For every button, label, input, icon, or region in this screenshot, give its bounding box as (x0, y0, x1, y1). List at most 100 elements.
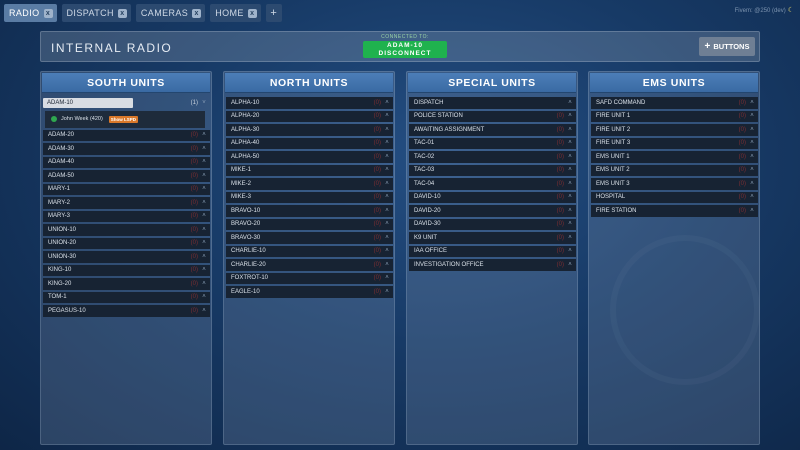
chevron-up-icon[interactable]: ˄ (381, 221, 393, 227)
channel-row[interactable]: FIRE STATION (0) ˄ (591, 205, 758, 217)
channel-row[interactable]: HOSPITAL (0) ˄ (591, 191, 758, 203)
chevron-up-icon[interactable]: ˄ (564, 127, 576, 133)
channel-row[interactable]: TOM-1 (0) ˄ (43, 291, 210, 303)
chevron-up-icon[interactable]: ˄ (746, 181, 758, 187)
channel-row[interactable]: FIRE UNIT 3 (0) ˄ (591, 137, 758, 149)
channel-row[interactable]: UNION-10 (0) ˄ (43, 224, 210, 236)
chevron-up-icon[interactable]: ˄ (381, 140, 393, 146)
channel-row[interactable]: ALPHA-20 (0) ˄ (226, 110, 393, 122)
channel-row[interactable]: ALPHA-30 (0) ˄ (226, 124, 393, 136)
channel-row-selected[interactable]: ADAM-10 (1) ˅ (43, 97, 210, 109)
chevron-up-icon[interactable]: ˄ (381, 235, 393, 241)
chevron-up-icon[interactable]: ˄ (381, 113, 393, 119)
chevron-up-icon[interactable]: ˄ (564, 113, 576, 119)
channel-row[interactable]: IAA OFFICE (0) ˄ (409, 245, 576, 257)
chevron-up-icon[interactable]: ˄ (564, 248, 576, 254)
chevron-up-icon[interactable]: ˄ (746, 194, 758, 200)
chevron-up-icon[interactable]: ˄ (198, 159, 210, 165)
chevron-up-icon[interactable]: ˄ (746, 167, 758, 173)
channel-row[interactable]: FOXTROT-10 (0) ˄ (226, 272, 393, 284)
buttons-button[interactable]: + BUTTONS (699, 37, 755, 56)
chevron-up-icon[interactable]: ˄ (381, 275, 393, 281)
disconnect-button[interactable]: ADAM-10 DISCONNECT (363, 41, 447, 58)
tab-radio[interactable]: RADIO x (4, 4, 57, 22)
channel-row[interactable]: ADAM-50 (0) ˄ (43, 170, 210, 182)
channel-row[interactable]: K9 UNIT (0) ˄ (409, 232, 576, 244)
channel-row[interactable]: MARY-1 (0) ˄ (43, 183, 210, 195)
channel-row[interactable]: FIRE UNIT 2 (0) ˄ (591, 124, 758, 136)
channel-row[interactable]: BRAVO-10 (0) ˄ (226, 205, 393, 217)
chevron-up-icon[interactable]: ˄ (564, 235, 576, 241)
channel-row[interactable]: MIKE-1 (0) ˄ (226, 164, 393, 176)
channel-row[interactable]: TAC-04 (0) ˄ (409, 178, 576, 190)
channel-row[interactable]: ADAM-20 (0) ˄ (43, 129, 210, 141)
chevron-up-icon[interactable]: ˄ (381, 208, 393, 214)
channel-row[interactable]: CHARLIE-20 (0) ˄ (226, 259, 393, 271)
chevron-down-icon[interactable]: ˅ (198, 100, 210, 106)
close-icon[interactable]: x (43, 8, 53, 18)
chevron-up-icon[interactable]: ˄ (198, 227, 210, 233)
chevron-up-icon[interactable]: ˄ (381, 127, 393, 133)
channel-row[interactable]: DAVID-30 (0) ˄ (409, 218, 576, 230)
close-icon[interactable]: x (117, 8, 127, 18)
chevron-up-icon[interactable]: ˄ (381, 289, 393, 295)
channel-row[interactable]: ALPHA-10 (0) ˄ (226, 97, 393, 109)
chevron-up-icon[interactable]: ˄ (198, 200, 210, 206)
channel-row[interactable]: ALPHA-50 (0) ˄ (226, 151, 393, 163)
chevron-up-icon[interactable]: ˄ (564, 194, 576, 200)
channel-row[interactable]: PEGASUS-10 (0) ˄ (43, 305, 210, 317)
channel-row[interactable]: CHARLIE-10 (0) ˄ (226, 245, 393, 257)
chevron-up-icon[interactable]: ˄ (198, 146, 210, 152)
channel-row[interactable]: KING-10 (0) ˄ (43, 264, 210, 276)
channel-row[interactable]: BRAVO-20 (0) ˄ (226, 218, 393, 230)
chevron-up-icon[interactable]: ˄ (381, 154, 393, 160)
chevron-up-icon[interactable]: ˄ (198, 132, 210, 138)
channel-row[interactable]: MIKE-3 (0) ˄ (226, 191, 393, 203)
chevron-up-icon[interactable]: ˄ (746, 127, 758, 133)
chevron-up-icon[interactable]: ˄ (746, 154, 758, 160)
chevron-up-icon[interactable]: ˄ (746, 113, 758, 119)
channel-row[interactable]: TAC-02 (0) ˄ (409, 151, 576, 163)
channel-row[interactable]: ALPHA-40 (0) ˄ (226, 137, 393, 149)
channel-row[interactable]: INVESTIGATION OFFICE (0) ˄ (409, 259, 576, 271)
chevron-up-icon[interactable]: ˄ (564, 221, 576, 227)
channel-row[interactable]: ADAM-40 (0) ˄ (43, 156, 210, 168)
chevron-up-icon[interactable]: ˄ (198, 281, 210, 287)
chevron-up-icon[interactable]: ˄ (381, 181, 393, 187)
channel-row[interactable]: BRAVO-30 (0) ˄ (226, 232, 393, 244)
chevron-up-icon[interactable]: ˄ (198, 267, 210, 273)
chevron-up-icon[interactable]: ˄ (746, 100, 758, 106)
chevron-up-icon[interactable]: ˄ (381, 248, 393, 254)
tab-dispatch[interactable]: DISPATCH x (61, 4, 131, 22)
channel-row[interactable]: MIKE-2 (0) ˄ (226, 178, 393, 190)
chevron-up-icon[interactable]: ˄ (746, 140, 758, 146)
chevron-up-icon[interactable]: ˄ (381, 167, 393, 173)
chevron-up-icon[interactable]: ˄ (198, 186, 210, 192)
chevron-up-icon[interactable]: ˄ (564, 167, 576, 173)
channel-row[interactable]: EMS UNIT 2 (0) ˄ (591, 164, 758, 176)
chevron-up-icon[interactable]: ˄ (198, 294, 210, 300)
channel-row[interactable]: TAC-03 (0) ˄ (409, 164, 576, 176)
chevron-up-icon[interactable]: ˄ (198, 213, 210, 219)
chevron-up-icon[interactable]: ˄ (381, 100, 393, 106)
chevron-up-icon[interactable]: ˄ (381, 262, 393, 268)
chevron-up-icon[interactable]: ˄ (564, 181, 576, 187)
chevron-up-icon[interactable]: ˄ (198, 254, 210, 260)
channel-row[interactable]: UNION-30 (0) ˄ (43, 251, 210, 263)
chevron-up-icon[interactable]: ˄ (381, 194, 393, 200)
channel-row[interactable]: KING-20 (0) ˄ (43, 278, 210, 290)
tab-home[interactable]: HOME x (210, 4, 261, 22)
channel-row[interactable]: MARY-3 (0) ˄ (43, 210, 210, 222)
tab-cameras[interactable]: CAMERAS x (135, 4, 206, 22)
channel-row[interactable]: AWAITING ASSIGNMENT (0) ˄ (409, 124, 576, 136)
chevron-up-icon[interactable]: ˄ (564, 208, 576, 214)
chevron-up-icon[interactable]: ˄ (198, 308, 210, 314)
close-icon[interactable]: x (192, 8, 202, 18)
chevron-up-icon[interactable]: ˄ (564, 262, 576, 268)
channel-row[interactable]: TAC-01 (0) ˄ (409, 137, 576, 149)
chevron-up-icon[interactable]: ˄ (564, 140, 576, 146)
chevron-up-icon[interactable]: ˄ (198, 173, 210, 179)
close-icon[interactable]: x (247, 8, 257, 18)
channel-row[interactable]: MARY-2 (0) ˄ (43, 197, 210, 209)
channel-row[interactable]: UNION-20 (0) ˄ (43, 237, 210, 249)
